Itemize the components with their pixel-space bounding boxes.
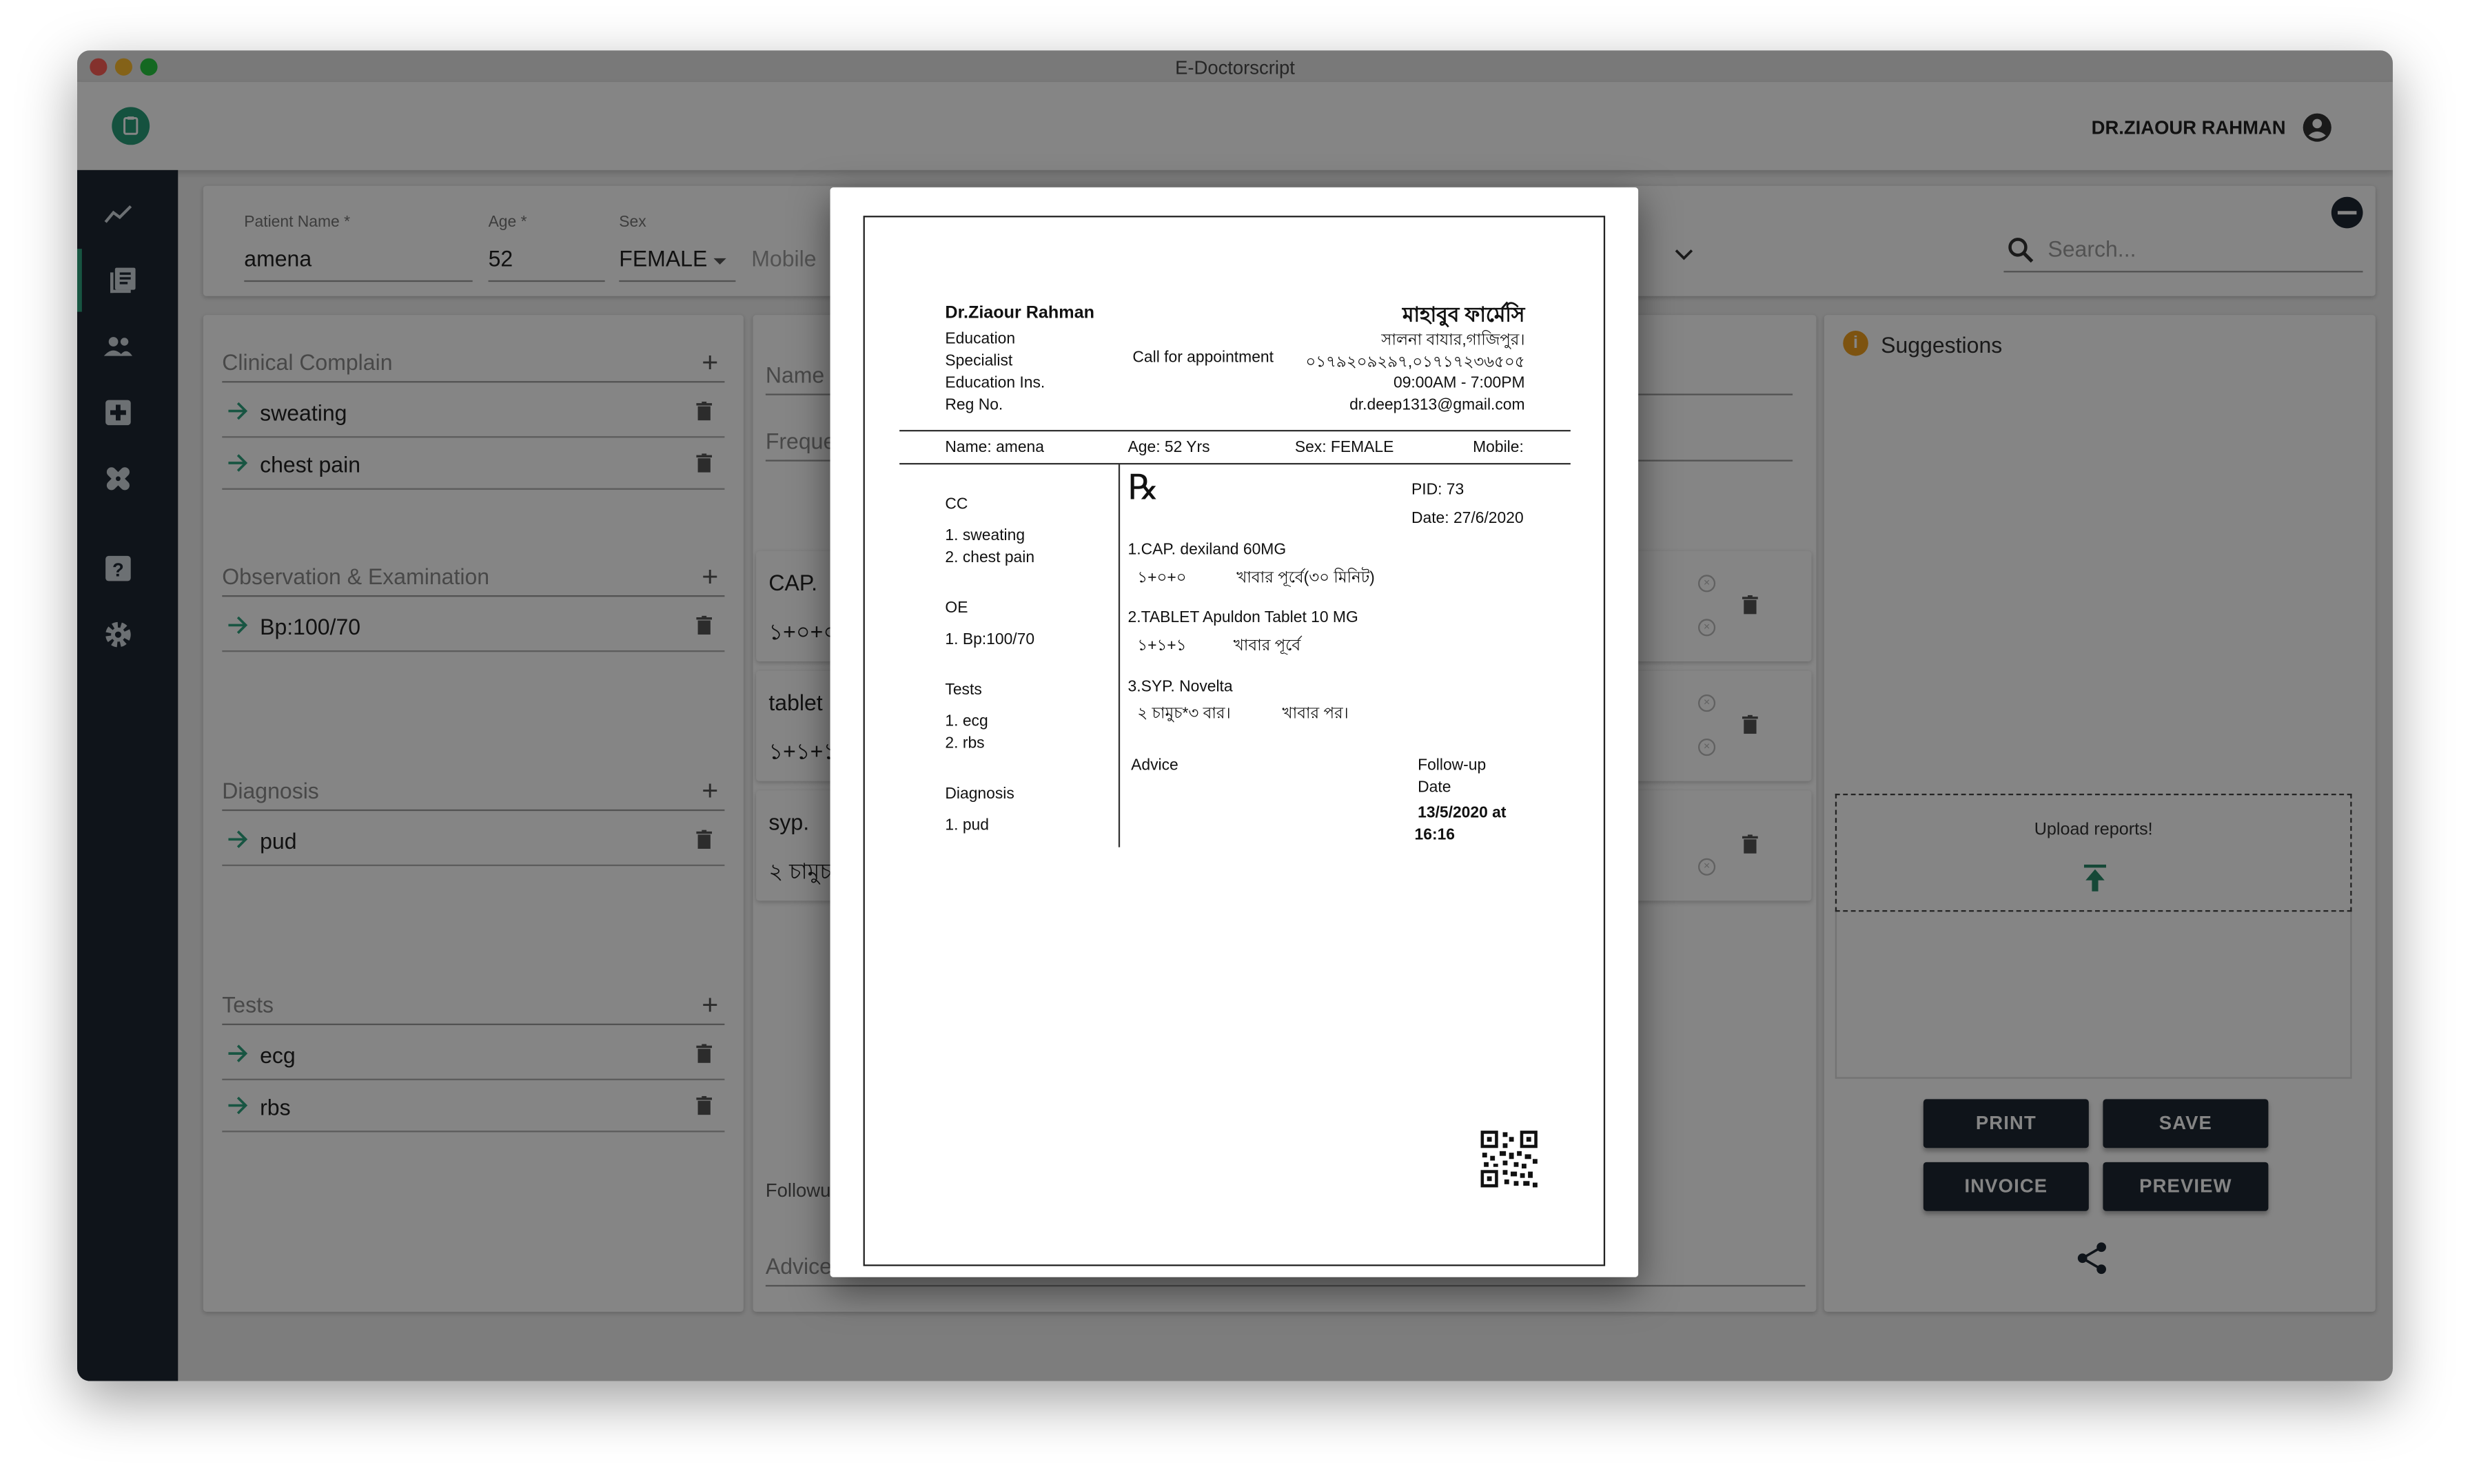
rx-pid: PID: 73 — [1411, 482, 1464, 499]
test-item: 1. ecg — [945, 713, 988, 731]
pharmacy-email: dr.deep1313@gmail.com — [1349, 396, 1525, 415]
rx-symbol: ℞ — [1127, 469, 1159, 509]
rx-date: Date: 27/6/2020 — [1411, 510, 1524, 528]
pharmacy-hours: 09:00AM - 7:00PM — [1393, 374, 1525, 393]
medicine-line: 2.TABLET Apuldon Tablet 10 MG — [1127, 609, 1358, 627]
medicine-instruction: খাবার পূর্বে — [1233, 637, 1301, 655]
test-item: 2. rbs — [945, 735, 985, 753]
app-window: E-Doctorscript DR.ZIAOUR RAHMAN ? Patien… — [76, 50, 2393, 1381]
rx-patient-mobile: Mobile: — [1473, 439, 1524, 457]
cc-item: 2. chest pain — [945, 549, 1035, 567]
followup-label: Follow-up — [1418, 757, 1487, 775]
doctor-institution: Education Ins. — [945, 374, 1045, 393]
medicine-instruction: খাবার পর। — [1282, 705, 1349, 723]
medicine-dose: ১+০+০ — [1137, 570, 1187, 588]
oe-item: 1. Bp:100/70 — [945, 631, 1035, 649]
doctor-reg-no: Reg No. — [945, 396, 1003, 415]
tests-title: Tests — [945, 681, 982, 699]
oe-title: OE — [945, 599, 968, 617]
rx-patient-name: Name: amena — [945, 439, 1044, 457]
followup-time: 16:16 — [1414, 826, 1456, 845]
medicine-instruction: খাবার পূর্বে(৩০ মিনিট) — [1236, 570, 1375, 588]
followup-date-label: Date — [1418, 779, 1451, 797]
doctor-name: Dr.Ziaour Rahman — [945, 304, 1094, 323]
medicine-line: 3.SYP. Novelta — [1127, 679, 1233, 697]
diagnosis-title: Diagnosis — [945, 785, 1014, 803]
medicine-dose: ২ চামুচ*৩ বার। — [1137, 705, 1231, 723]
advice-label: Advice — [1131, 757, 1178, 775]
prescription-page: Dr.Ziaour Rahman Education Specialist Ed… — [863, 216, 1606, 1266]
medicine-dose: ১+১+১ — [1137, 637, 1187, 655]
call-for-appointment: Call for appointment — [1132, 349, 1274, 367]
rx-patient-age: Age: 52 Yrs — [1127, 439, 1210, 457]
rx-patient-sex: Sex: FEMALE — [1294, 439, 1394, 457]
medicine-line: 1.CAP. dexiland 60MG — [1127, 542, 1287, 559]
prescription-preview-dialog: Dr.Ziaour Rahman Education Specialist Ed… — [830, 187, 1639, 1277]
cc-item: 1. sweating — [945, 527, 1025, 545]
qr-code-icon — [1479, 1129, 1540, 1189]
doctor-education: Education — [945, 330, 1016, 349]
doctor-specialist: Specialist — [945, 352, 1013, 371]
followup-date: 13/5/2020 at — [1418, 804, 1507, 823]
pharmacy-phone: ০১৭৯২০৯২৯৭,০১৭১৭২৩৬৫০৫ — [1305, 354, 1525, 372]
diagnosis-item: 1. pud — [945, 817, 989, 835]
cc-title: CC — [945, 495, 968, 514]
